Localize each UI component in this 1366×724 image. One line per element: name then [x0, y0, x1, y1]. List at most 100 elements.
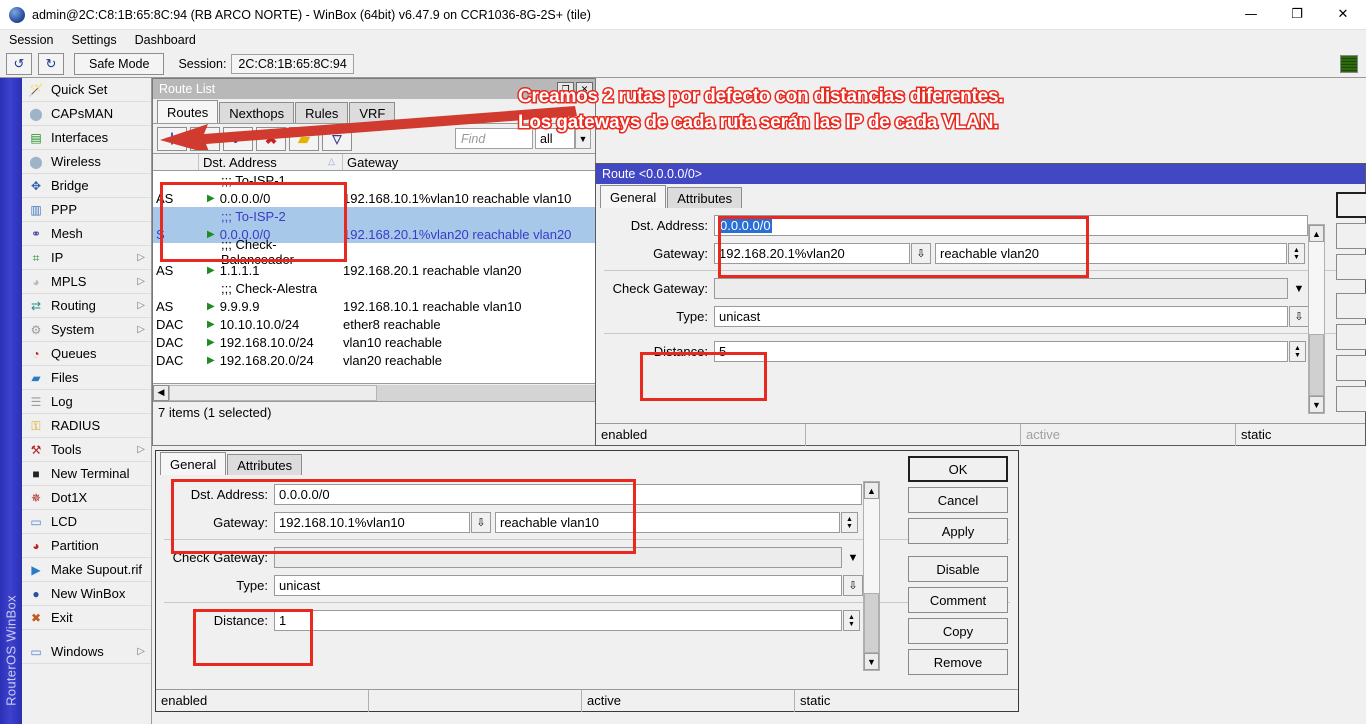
safe-mode-button[interactable]: Safe Mode: [74, 53, 164, 75]
sidebar-item-interfaces[interactable]: ▤Interfaces: [22, 126, 151, 150]
sidebar-item-lcd[interactable]: ▭LCD: [22, 510, 151, 534]
route-dialog-bottom-vscrollbar[interactable]: ▲ ▼: [863, 481, 880, 671]
gateway-spinner-top[interactable]: ▲▼: [1288, 243, 1305, 264]
sidebar-item-routing[interactable]: ⇄Routing▷: [22, 294, 151, 318]
check-gateway-input-bottom[interactable]: [274, 547, 842, 568]
sidebar-item-ip[interactable]: ⌗IP▷: [22, 246, 151, 270]
close-button[interactable]: ✕: [1320, 0, 1366, 30]
dst-address-input-top[interactable]: 0.0.0.0/0: [714, 215, 1308, 236]
route-dialog-top-vscrollbar[interactable]: ▲ ▼: [1308, 224, 1325, 414]
col-flags[interactable]: [153, 154, 199, 170]
sidebar-item-dot1x[interactable]: ✵Dot1X: [22, 486, 151, 510]
add-button[interactable]: ＋: [157, 127, 187, 151]
remove-button[interactable]: Remove: [908, 649, 1008, 675]
maximize-button[interactable]: ❐: [1274, 0, 1320, 30]
table-row[interactable]: DAC▶192.168.20.0/24vlan20 reachable: [153, 351, 595, 369]
gateway-dropdown-icon-top[interactable]: ⇩: [911, 243, 931, 264]
disable-button-top[interactable]: [1336, 293, 1366, 319]
table-row[interactable]: DAC▶10.10.10.0/24ether8 reachable: [153, 315, 595, 333]
sidebar-item-capsman[interactable]: ⬤CAPsMAN: [22, 102, 151, 126]
tab-nexthops[interactable]: Nexthops: [219, 102, 294, 123]
menu-dashboard[interactable]: Dashboard: [126, 31, 205, 49]
sidebar-item-system[interactable]: ⚙System▷: [22, 318, 151, 342]
hscroll-track[interactable]: [377, 385, 595, 401]
comment-button[interactable]: ▰: [289, 127, 319, 151]
table-row[interactable]: AS▶0.0.0.0/0192.168.10.1%vlan10 reachabl…: [153, 189, 595, 207]
scroll-left-icon[interactable]: ◀: [153, 385, 169, 401]
type-dropdown-icon-top[interactable]: ⇩: [1289, 306, 1309, 327]
sidebar-item-ppp[interactable]: ▥PPP: [22, 198, 151, 222]
gateway-spinner-bottom[interactable]: ▲▼: [841, 512, 858, 533]
gateway-input-top[interactable]: 192.168.20.1%vlan20: [714, 243, 910, 264]
minimize-button[interactable]: —: [1228, 0, 1274, 30]
sidebar-item-make-supout-rif[interactable]: ▶Make Supout.rif: [22, 558, 151, 582]
disable-button[interactable]: ✖: [256, 127, 286, 151]
tab-general-top[interactable]: General: [600, 185, 666, 208]
sidebar-item-new-winbox[interactable]: ●New WinBox: [22, 582, 151, 606]
copy-button-top[interactable]: [1336, 355, 1366, 381]
scroll-down-icon-bottom[interactable]: ▼: [864, 653, 879, 670]
vscroll-thumb-bottom[interactable]: [864, 593, 879, 653]
scroll-up-icon-top[interactable]: ▲: [1309, 225, 1324, 242]
vscroll-track-bottom[interactable]: [864, 499, 879, 593]
table-row-comment[interactable]: ;;; Check-Alestra: [153, 279, 595, 297]
gateway-input-bottom[interactable]: 192.168.10.1%vlan10: [274, 512, 470, 533]
gateway-dropdown-icon-bottom[interactable]: ⇩: [471, 512, 491, 533]
sidebar-item-queues[interactable]: ◔Queues: [22, 342, 151, 366]
table-row[interactable]: DAC▶192.168.10.0/24vlan10 reachable: [153, 333, 595, 351]
sidebar-item-windows[interactable]: ▭Windows▷: [22, 640, 151, 664]
redo-icon[interactable]: ↻: [38, 53, 64, 75]
distance-input-bottom[interactable]: 1: [274, 610, 842, 631]
session-value[interactable]: 2C:C8:1B:65:8C:94: [231, 54, 353, 74]
tab-general-bottom[interactable]: General: [160, 452, 226, 475]
copy-button[interactable]: Copy: [908, 618, 1008, 644]
sidebar-item-exit[interactable]: ✖Exit: [22, 606, 151, 630]
type-input-bottom[interactable]: unicast: [274, 575, 842, 596]
ok-button[interactable]: OK: [908, 456, 1008, 482]
type-dropdown-icon-bottom[interactable]: ⇩: [843, 575, 863, 596]
sidebar-item-files[interactable]: ▰Files: [22, 366, 151, 390]
ok-button-top[interactable]: [1336, 192, 1366, 218]
distance-spinner-top[interactable]: ▲▼: [1289, 341, 1306, 362]
dst-address-input-bottom[interactable]: 0.0.0.0/0: [274, 484, 862, 505]
table-row[interactable]: AS▶1.1.1.1192.168.20.1 reachable vlan20: [153, 261, 595, 279]
comment-button[interactable]: Comment: [908, 587, 1008, 613]
vscroll-track-top[interactable]: [1309, 242, 1324, 334]
menu-settings[interactable]: Settings: [62, 31, 125, 49]
tab-routes[interactable]: Routes: [157, 100, 218, 123]
remove-button-top[interactable]: [1336, 386, 1366, 412]
cancel-button-top[interactable]: [1336, 223, 1366, 249]
tab-attributes-top[interactable]: Attributes: [667, 187, 742, 208]
sidebar-item-bridge[interactable]: ✥Bridge: [22, 174, 151, 198]
col-dst-address[interactable]: Dst. Address △: [199, 154, 343, 170]
menu-session[interactable]: Session: [0, 31, 62, 49]
table-row-comment[interactable]: ;;; Check-Balanceador: [153, 243, 595, 261]
type-input-top[interactable]: unicast: [714, 306, 1288, 327]
check-gateway-dropdown-icon-bottom[interactable]: ▼: [843, 547, 863, 568]
tab-attributes-bottom[interactable]: Attributes: [227, 454, 302, 475]
check-gateway-dropdown-icon-top[interactable]: ▼: [1289, 278, 1309, 299]
table-row-comment[interactable]: ;;; To-ISP-2: [153, 207, 595, 225]
undo-icon[interactable]: ↺: [6, 53, 32, 75]
table-row[interactable]: AS▶9.9.9.9192.168.10.1 reachable vlan10: [153, 297, 595, 315]
tab-vrf[interactable]: VRF: [349, 102, 395, 123]
sidebar-item-radius[interactable]: ⚿RADIUS: [22, 414, 151, 438]
apply-button[interactable]: Apply: [908, 518, 1008, 544]
col-gateway[interactable]: Gateway: [343, 154, 595, 170]
distance-input-top[interactable]: 5: [714, 341, 1288, 362]
sidebar-item-new-terminal[interactable]: ■New Terminal: [22, 462, 151, 486]
apply-button-top[interactable]: [1336, 254, 1366, 280]
distance-spinner-bottom[interactable]: ▲▼: [843, 610, 860, 631]
sidebar-item-wireless[interactable]: ⬤Wireless: [22, 150, 151, 174]
remove-button[interactable]: ➖: [190, 127, 220, 151]
enable-button[interactable]: ✔: [223, 127, 253, 151]
cancel-button[interactable]: Cancel: [908, 487, 1008, 513]
disable-button[interactable]: Disable: [908, 556, 1008, 582]
sidebar-item-mpls[interactable]: ◕MPLS▷: [22, 270, 151, 294]
hscroll-thumb[interactable]: [169, 385, 377, 401]
scroll-down-icon-top[interactable]: ▼: [1309, 396, 1324, 413]
comment-button-top[interactable]: [1336, 324, 1366, 350]
tab-rules[interactable]: Rules: [295, 102, 348, 123]
vscroll-thumb-top[interactable]: [1309, 334, 1324, 396]
sidebar-item-partition[interactable]: ◕Partition: [22, 534, 151, 558]
